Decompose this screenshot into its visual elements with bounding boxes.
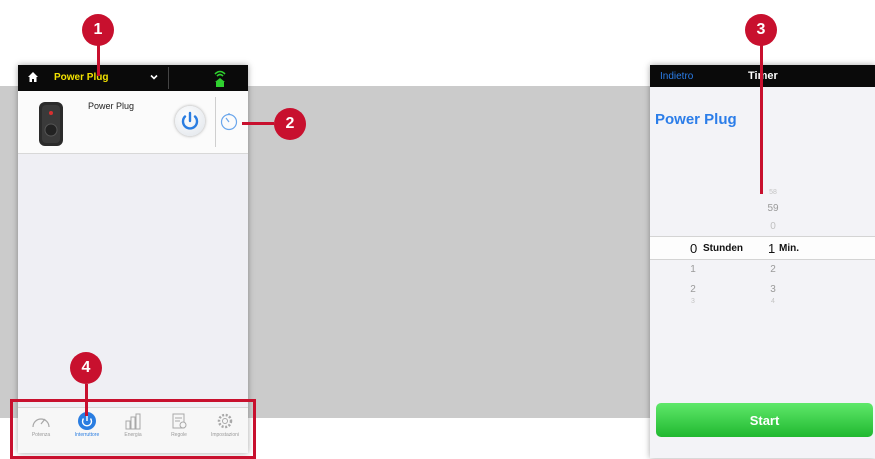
hours-selected[interactable]: 0 xyxy=(690,241,697,256)
power-plug-image xyxy=(39,102,63,146)
top-bar: Power Plug xyxy=(18,65,248,91)
picker-value[interactable]: 0 xyxy=(758,221,788,232)
back-button[interactable]: Indietro xyxy=(660,71,693,82)
start-button[interactable]: Start xyxy=(656,403,873,437)
home-icon[interactable] xyxy=(27,71,39,83)
picker-value[interactable]: 3 xyxy=(678,298,708,305)
device-name: Power Plug xyxy=(655,111,737,128)
minutes-selected[interactable]: 1 xyxy=(768,241,775,256)
device-card[interactable]: Power Plug xyxy=(18,91,248,154)
timer-icon[interactable] xyxy=(219,112,239,132)
callout-leader xyxy=(760,44,763,194)
callout-1: 1 xyxy=(82,14,114,46)
picker-value[interactable]: 59 xyxy=(758,203,788,214)
chevron-down-icon[interactable] xyxy=(149,72,159,82)
divider xyxy=(215,97,216,147)
picker-value[interactable]: 2 xyxy=(758,264,788,275)
minutes-unit: Min. xyxy=(779,243,799,254)
connection-status-icon xyxy=(214,70,226,87)
callout-leader xyxy=(97,44,100,76)
callout-3: 3 xyxy=(745,14,777,46)
power-button[interactable] xyxy=(175,106,205,136)
device-selector[interactable]: Power Plug xyxy=(54,72,108,83)
picker-value[interactable]: 2 xyxy=(678,284,708,295)
tab-bar-highlight xyxy=(10,399,256,459)
divider xyxy=(168,67,169,89)
callout-2: 2 xyxy=(274,108,306,140)
switch-screen: Power Plug Power Plug Potenza Interrutto… xyxy=(18,65,248,453)
callout-leader xyxy=(242,122,274,125)
picker-value[interactable]: 4 xyxy=(758,298,788,305)
device-name: Power Plug xyxy=(88,101,135,111)
hours-unit: Stunden xyxy=(703,243,743,254)
picker-selection[interactable]: 0 Stunden 1 Min. xyxy=(650,236,875,260)
picker-value[interactable]: 1 xyxy=(678,264,708,275)
power-icon xyxy=(181,111,199,130)
picker-value[interactable]: 3 xyxy=(758,284,788,295)
callout-4: 4 xyxy=(70,352,102,384)
